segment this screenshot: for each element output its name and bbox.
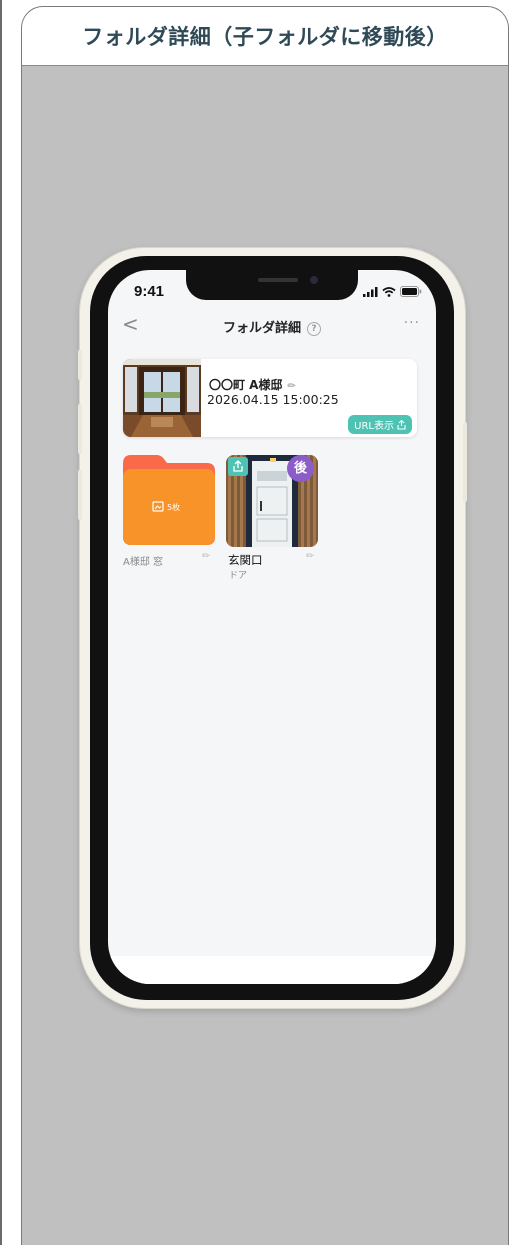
more-icon[interactable]: ··· (404, 315, 420, 331)
folder-icon: 5枚 (123, 455, 215, 545)
pencil-icon[interactable]: ✏ (202, 551, 210, 562)
status-icons (363, 286, 422, 297)
nav-bar: < フォルダ詳細? ··· (108, 312, 436, 342)
pencil-icon[interactable]: ✏ (287, 381, 295, 392)
home-indicator-area (108, 956, 436, 984)
subfolder-label: A様邸 窓 (123, 557, 164, 568)
share-badge[interactable] (228, 457, 248, 476)
pencil-icon[interactable]: ✏ (306, 551, 314, 562)
speaker-grill (258, 278, 298, 282)
front-camera (310, 276, 318, 284)
wifi-icon (382, 286, 396, 297)
photo-label: 玄関口 (228, 553, 263, 567)
nav-title-text: フォルダ詳細 (222, 321, 301, 336)
subfolder-tile[interactable]: 5枚 (123, 455, 215, 545)
photo-sublabel: ドア (229, 571, 248, 581)
left-divider (0, 0, 2, 1245)
help-icon[interactable]: ? (307, 322, 321, 336)
signal-icon (363, 286, 378, 297)
volume-down-button (78, 470, 82, 520)
share-icon (397, 419, 406, 430)
folder-count: 5枚 (167, 502, 180, 512)
folder-name-text: 〇〇町 A様邸 (209, 378, 283, 392)
volume-up-button (78, 404, 82, 454)
status-time: 9:41 (134, 283, 165, 300)
battery-icon (400, 286, 422, 297)
notch (186, 270, 358, 300)
folder-info-card[interactable]: 〇〇町 A様邸 ✏ 2026.04.15 15:00:25 URL表示 (123, 359, 417, 437)
mute-switch (78, 350, 82, 380)
share-icon (233, 460, 243, 472)
power-button (463, 422, 467, 502)
slide-title: フォルダ詳細（子フォルダに移動後） (22, 7, 508, 66)
folder-date: 2026.04.15 15:00:25 (207, 392, 339, 407)
phone-screen: 9:41 < フォルダ詳細? ··· 〇〇町 A様邸 ✏ 2026.04.15 … (108, 270, 436, 984)
nav-title: フォルダ詳細? (108, 317, 436, 336)
room-photo-thumbnail (123, 359, 201, 437)
url-display-button[interactable]: URL表示 (348, 415, 412, 434)
after-badge: 後 (287, 455, 314, 482)
folder-name: 〇〇町 A様邸 ✏ (209, 376, 296, 393)
url-button-label: URL表示 (354, 421, 394, 432)
